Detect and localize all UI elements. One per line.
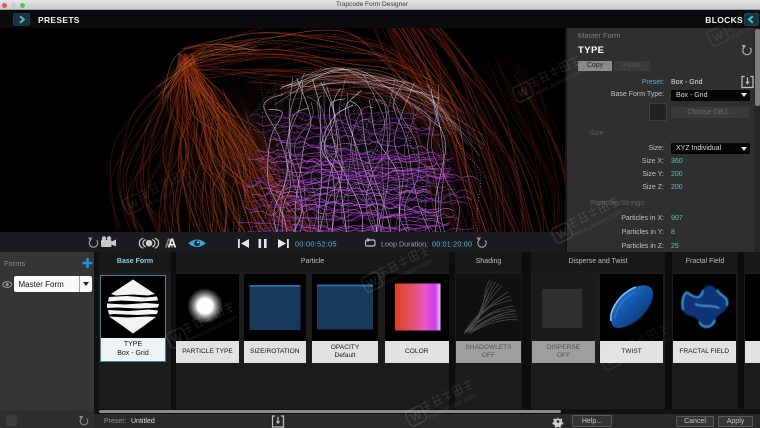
svg-text:A: A xyxy=(168,237,177,251)
svg-text:00:01:20:00: 00:01:20:00 xyxy=(432,239,472,248)
svg-text:00:00:52:05: 00:00:52:05 xyxy=(295,239,337,248)
svg-text:Loop Duration:: Loop Duration: xyxy=(381,239,428,248)
